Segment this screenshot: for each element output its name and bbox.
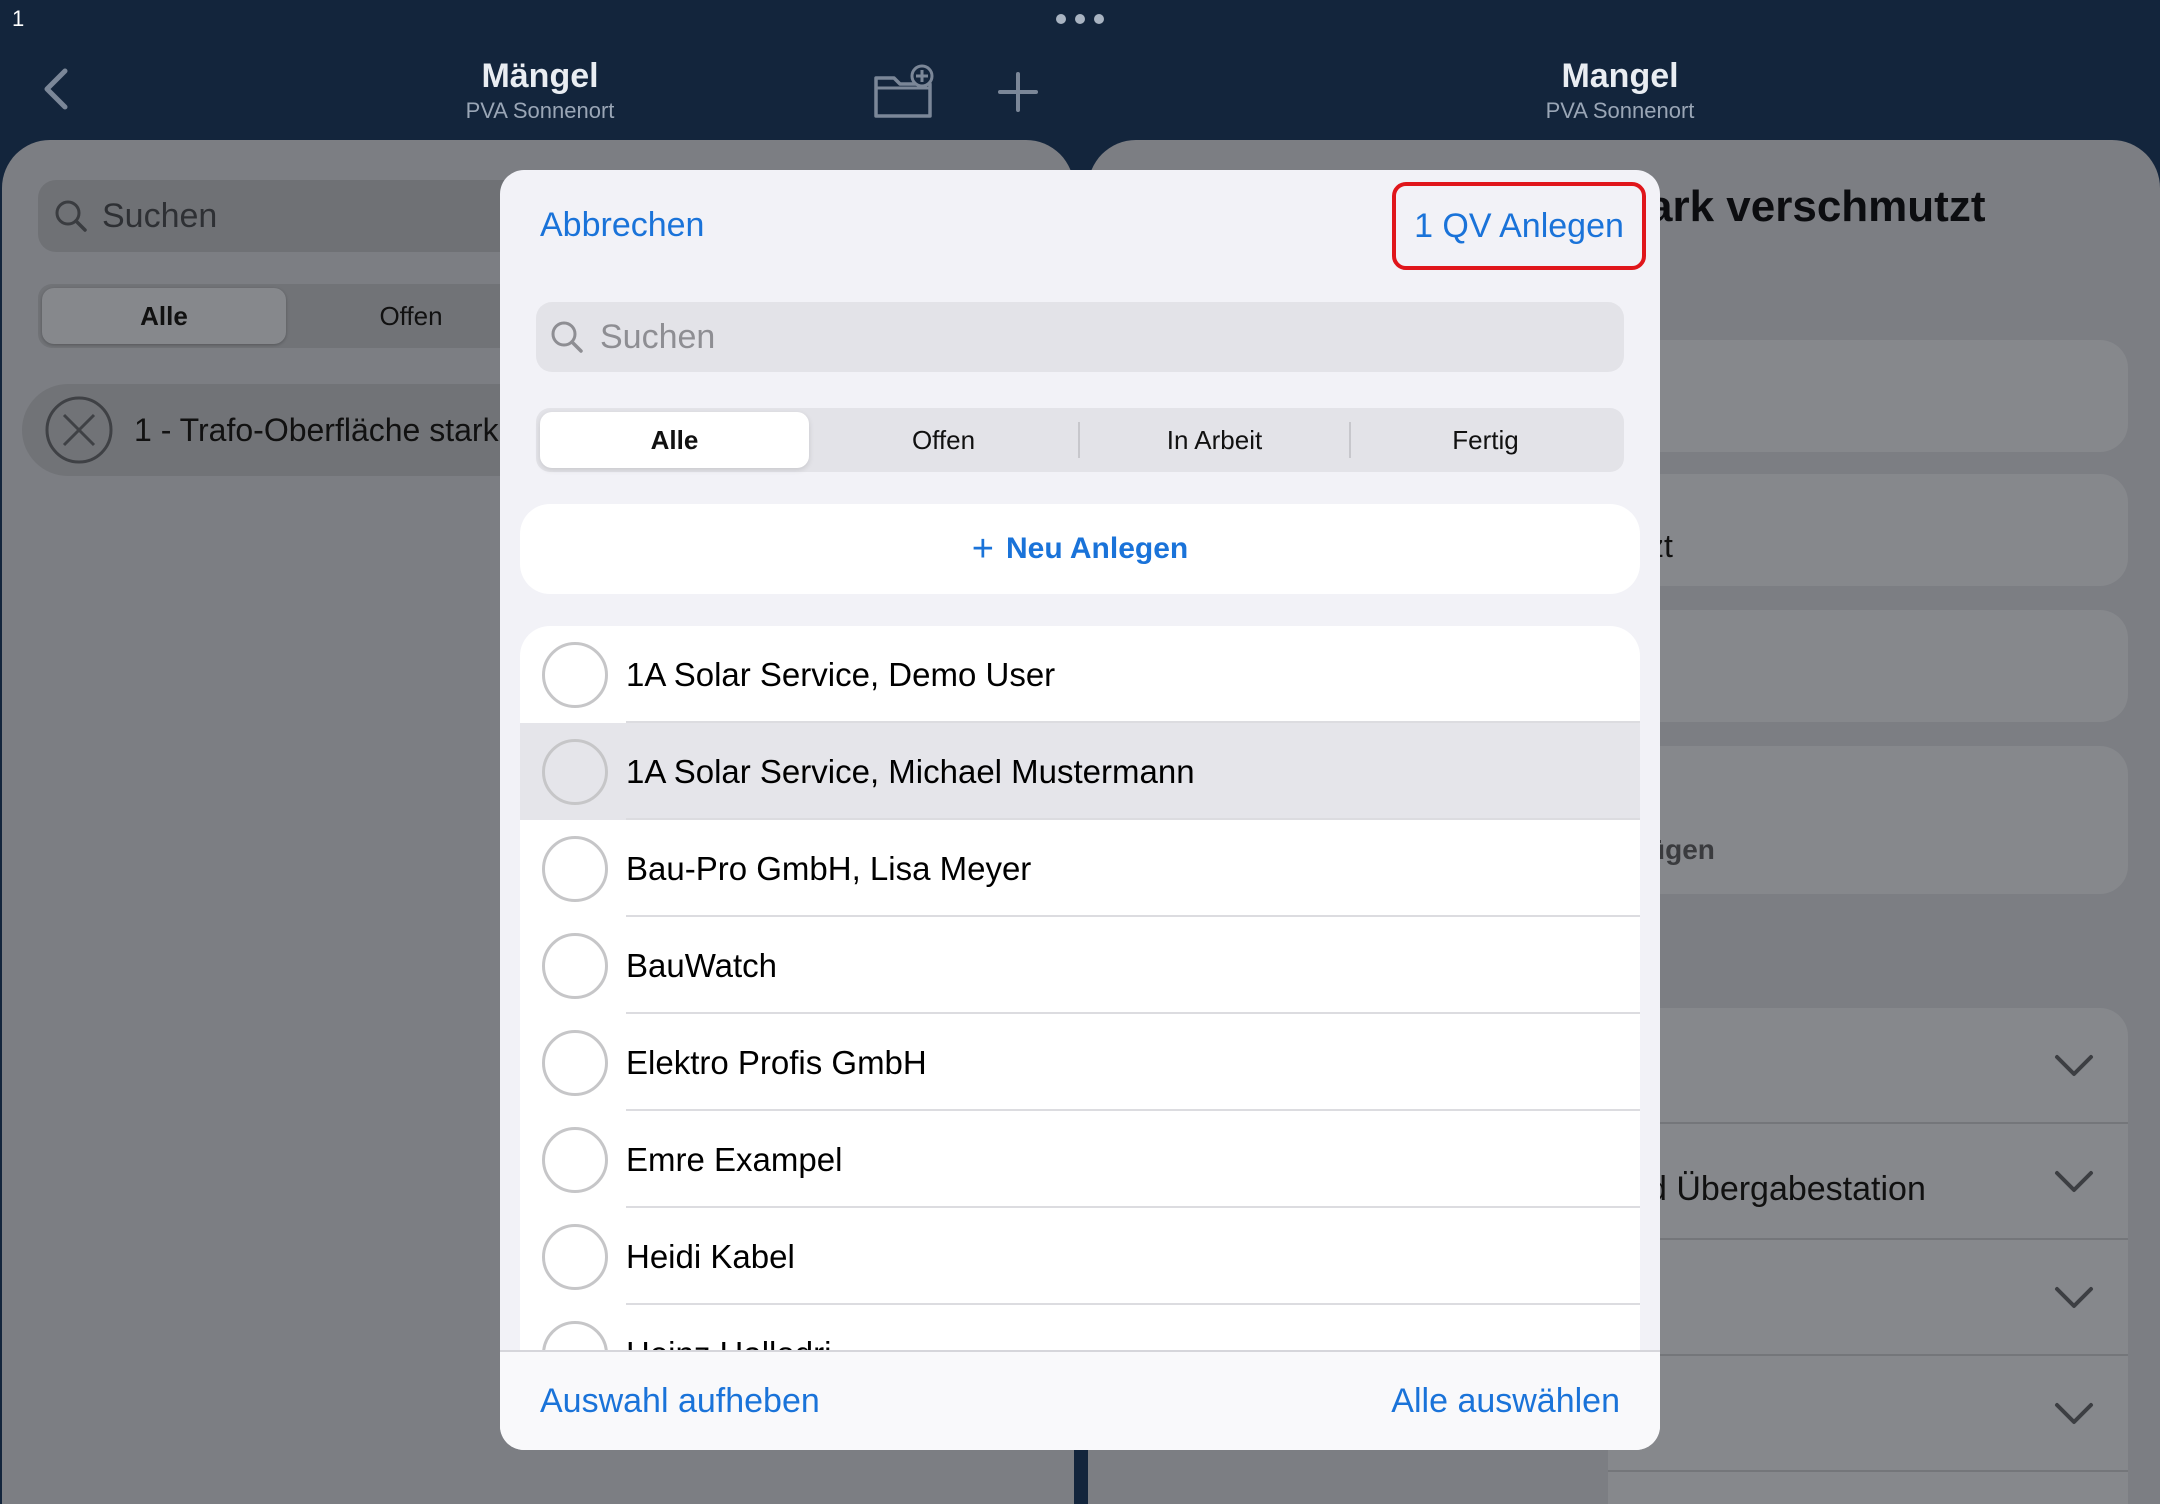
accordion-label: d Übergabestation	[1648, 1170, 1926, 1208]
segment-offen[interactable]: Offen	[809, 412, 1078, 468]
list-item-label: Heidi Kabel	[626, 1237, 795, 1275]
create-qv-button[interactable]: 1 QV Anlegen	[1392, 182, 1646, 270]
radio-circle-icon[interactable]	[542, 641, 608, 708]
list-item[interactable]: Heinz Hallodri	[520, 1305, 1640, 1350]
radio-circle-icon[interactable]	[542, 932, 608, 999]
list-item[interactable]: Heidi Kabel	[520, 1208, 1640, 1305]
segment-alle[interactable]: Alle	[540, 412, 809, 468]
list-item-label: Bau-Pro GmbH, Lisa Meyer	[626, 849, 1032, 887]
chevron-down-icon	[2055, 1171, 2093, 1192]
detail-card	[1608, 340, 2128, 452]
list-item-label: Emre Exampel	[626, 1140, 843, 1178]
search-icon	[551, 321, 583, 353]
segment-fertig[interactable]: Fertig	[1351, 412, 1620, 468]
new-create-label: Neu Anlegen	[1005, 532, 1189, 565]
list-item-label: BauWatch	[626, 946, 778, 984]
list-item-label: 1A Solar Service, Demo User	[626, 655, 1056, 693]
left-search-placeholder: Suchen	[102, 196, 218, 235]
detail-card	[1608, 610, 2128, 722]
nav-subtitle-right: PVA Sonnenort	[1545, 98, 1695, 123]
multitasking-dots-icon[interactable]	[1056, 12, 1104, 26]
plus-icon	[998, 72, 1038, 112]
nav-subtitle: PVA Sonnenort	[465, 98, 615, 123]
accordion-row[interactable]	[1608, 1240, 2128, 1356]
nav-title-right: Mangel	[1561, 57, 1679, 95]
list-item[interactable]: Elektro Profis GmbH	[520, 1014, 1640, 1111]
detail-card	[1608, 746, 2128, 894]
nav-right-title-block: Mangel PVA Sonnenort	[1470, 56, 1770, 126]
chevron-left-icon	[44, 68, 68, 110]
deselect-all-button[interactable]: Auswahl aufheben	[540, 1382, 820, 1421]
modal-search-field[interactable]: Suchen	[536, 302, 1624, 372]
chevron-down-icon	[2055, 1287, 2093, 1308]
modal-footer-toolbar: Auswahl aufheben Alle auswählen	[500, 1350, 1660, 1450]
detail-title: ark verschmutzt	[1648, 182, 1986, 231]
cancel-button[interactable]: Abbrechen	[540, 206, 704, 245]
select-all-button[interactable]: Alle auswählen	[1391, 1382, 1620, 1421]
radio-circle-icon[interactable]	[542, 1320, 608, 1350]
search-icon	[55, 200, 87, 232]
radio-circle-icon[interactable]	[542, 1126, 608, 1193]
list-item[interactable]: Emre Exampel	[520, 1111, 1640, 1208]
contact-list: 1A Solar Service, Demo User 1A Solar Ser…	[520, 626, 1640, 1350]
contact-picker-modal: Abbrechen 1 QV Anlegen Suchen Alle Offen…	[500, 170, 1660, 1450]
modal-filter-segmented-control: Alle Offen In Arbeit Fertig	[536, 408, 1624, 472]
x-circle-icon	[45, 396, 113, 464]
list-item[interactable]: BauWatch	[520, 917, 1640, 1014]
detail-accordion	[1608, 1008, 2128, 1504]
status-indicator: 1	[12, 6, 25, 31]
accordion-row[interactable]	[1608, 1008, 2128, 1124]
list-item-label: Heinz Hallodri	[626, 1335, 831, 1351]
accordion-row[interactable]	[1608, 1356, 2128, 1472]
plus-icon: +	[971, 527, 994, 570]
radio-circle-icon[interactable]	[542, 1223, 608, 1290]
back-button[interactable]	[36, 64, 76, 114]
segment-in-arbeit[interactable]: In Arbeit	[1080, 412, 1349, 468]
new-create-button[interactable]: + Neu Anlegen	[520, 504, 1640, 594]
folder-add-icon	[874, 64, 934, 118]
list-item-label: 1A Solar Service, Michael Mustermann	[626, 752, 1195, 790]
left-segment-offen[interactable]: Offen	[286, 288, 536, 344]
add-button[interactable]	[994, 68, 1042, 116]
detail-card	[1608, 474, 2128, 586]
modal-search-placeholder: Suchen	[600, 317, 716, 356]
left-segment-alle[interactable]: Alle	[42, 288, 286, 344]
radio-circle-icon[interactable]	[542, 1029, 608, 1096]
nav-title: Mängel	[481, 57, 599, 95]
chevron-down-icon	[2055, 1055, 2093, 1076]
list-item[interactable]: 1A Solar Service, Demo User	[520, 626, 1640, 723]
list-item-label: Elektro Profis GmbH	[626, 1043, 927, 1081]
list-item[interactable]: 1A Solar Service, Michael Mustermann	[520, 723, 1640, 820]
new-folder-button[interactable]	[872, 64, 936, 120]
nav-left-title-block: Mängel PVA Sonnenort	[390, 56, 690, 126]
modal-header: Abbrechen 1 QV Anlegen	[500, 170, 1660, 280]
radio-circle-icon[interactable]	[542, 835, 608, 902]
radio-circle-icon[interactable]	[542, 738, 608, 805]
list-item[interactable]: Bau-Pro GmbH, Lisa Meyer	[520, 820, 1640, 917]
chevron-down-icon	[2055, 1403, 2093, 1424]
